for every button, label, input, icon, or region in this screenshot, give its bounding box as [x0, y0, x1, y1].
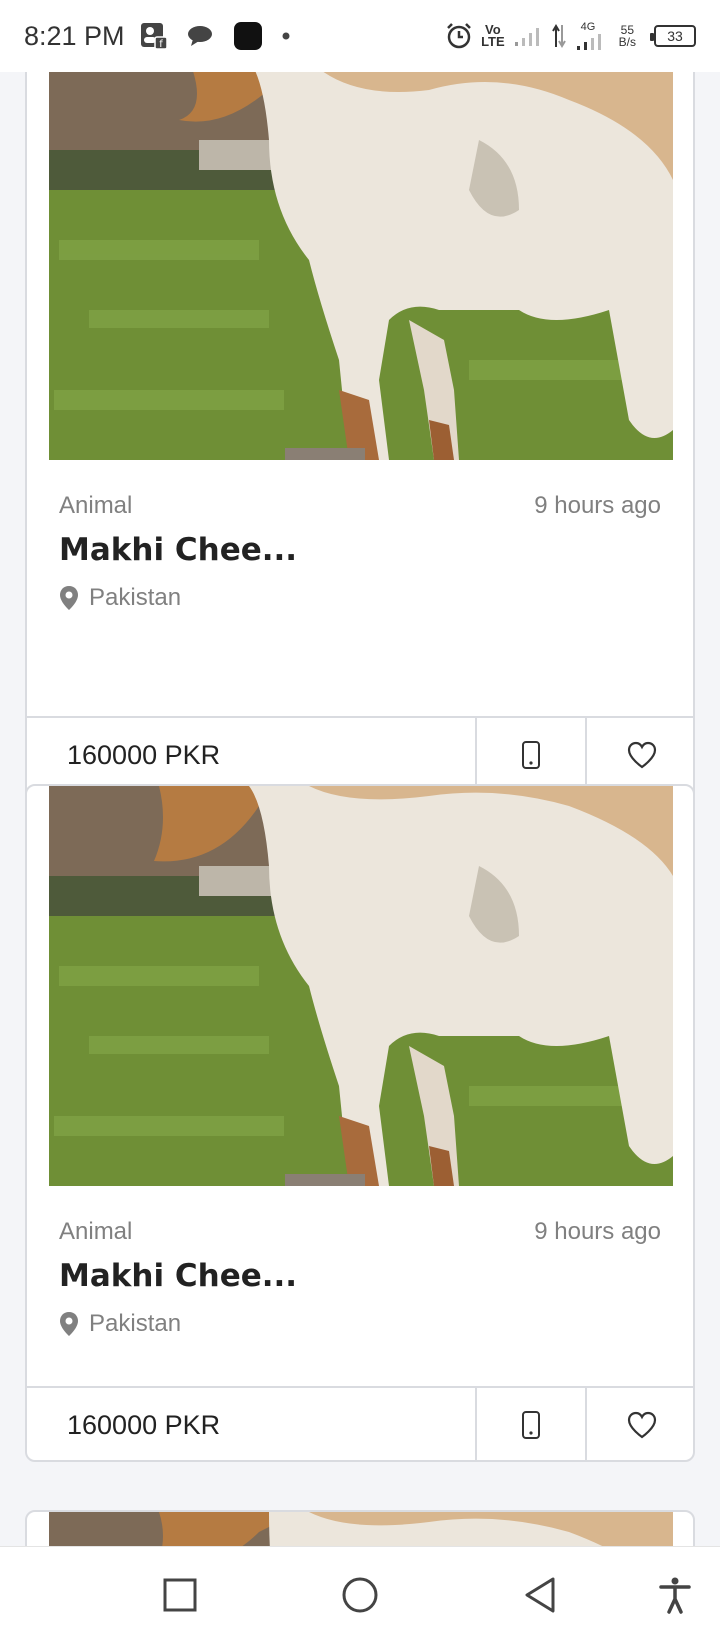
heart-icon — [627, 741, 657, 769]
listing-action-row: 160000 PKR — [27, 1386, 693, 1460]
listing-price: 160000 PKR — [27, 1388, 477, 1460]
more-notifications-dot-icon — [281, 31, 291, 41]
signal-strength-icon-sim1 — [513, 24, 543, 48]
listing-card[interactable]: Animal 9 hours ago Makhi Chee... Pakista… — [25, 784, 695, 1462]
goat-photo-image — [49, 786, 673, 1186]
listing-feed[interactable]: Animal 9 hours ago Makhi Chee... Pakista… — [0, 72, 720, 1546]
listing-title[interactable]: Makhi Chee... — [59, 1258, 297, 1294]
network-speed-indicator: 55 B/s — [618, 23, 636, 49]
facebook-contact-icon: f — [139, 21, 169, 51]
triangle-back-icon — [525, 1577, 555, 1613]
phone-icon — [522, 1411, 540, 1439]
status-time: 8:21 PM — [24, 20, 125, 51]
volte-icon: Vo LTE — [481, 22, 505, 49]
listing-card[interactable] — [25, 1510, 695, 1546]
listing-location-label: Pakistan — [89, 584, 182, 611]
home-button[interactable] — [340, 1575, 380, 1615]
goat-photo-image — [49, 1512, 673, 1546]
back-button[interactable] — [520, 1575, 560, 1615]
listing-info: Animal 9 hours ago Makhi Chee... Pakista… — [59, 1218, 661, 1348]
listing-location: Pakistan — [59, 584, 181, 612]
heart-icon — [627, 1411, 657, 1439]
listing-category: Animal — [59, 492, 133, 519]
system-status-icons: Vo LTE 4G 55 B/s 33 — [445, 21, 696, 51]
call-button[interactable] — [477, 718, 587, 792]
listing-location: Pakistan — [59, 1310, 181, 1338]
status-bar: 8:21 PM f Vo LTE 4G 55 B/s 33 — [0, 0, 720, 72]
app-notification-icon — [233, 21, 263, 51]
goat-photo-image — [49, 72, 673, 460]
circle-icon — [342, 1577, 378, 1613]
phone-icon — [522, 741, 540, 769]
location-pin-icon — [60, 1312, 78, 1336]
data-transfer-icon — [551, 23, 567, 49]
listing-photo[interactable] — [49, 72, 673, 460]
listing-card[interactable]: Animal 9 hours ago Makhi Chee... Pakista… — [25, 72, 695, 808]
listing-posted-time: 9 hours ago — [534, 1218, 661, 1245]
listing-location-label: Pakistan — [89, 1310, 182, 1337]
favorite-button[interactable] — [587, 1388, 693, 1460]
listing-action-row: 160000 PKR — [27, 716, 693, 792]
square-icon — [163, 1578, 197, 1612]
notification-icons: f — [139, 21, 291, 51]
listing-photo[interactable] — [49, 786, 673, 1186]
battery-icon: 33 — [650, 25, 696, 47]
chat-bubble-icon — [187, 24, 215, 48]
location-pin-icon — [60, 586, 78, 610]
accessibility-icon — [659, 1577, 691, 1614]
listing-photo[interactable] — [49, 1512, 673, 1546]
call-button[interactable] — [477, 1388, 587, 1460]
listing-category: Animal — [59, 1218, 133, 1245]
svg-text:f: f — [159, 39, 163, 50]
alarm-icon — [445, 22, 473, 50]
listing-price: 160000 PKR — [27, 718, 477, 792]
listing-posted-time: 9 hours ago — [534, 492, 661, 519]
favorite-button[interactable] — [587, 718, 693, 792]
accessibility-button[interactable] — [655, 1575, 695, 1615]
signal-strength-icon-sim2: 4G — [575, 21, 605, 51]
recents-button[interactable] — [160, 1575, 200, 1615]
system-navigation-bar — [0, 1546, 720, 1640]
battery-level: 33 — [667, 28, 683, 44]
listing-info: Animal 9 hours ago Makhi Chee... Pakista… — [59, 492, 661, 622]
listing-title[interactable]: Makhi Chee... — [59, 532, 297, 568]
